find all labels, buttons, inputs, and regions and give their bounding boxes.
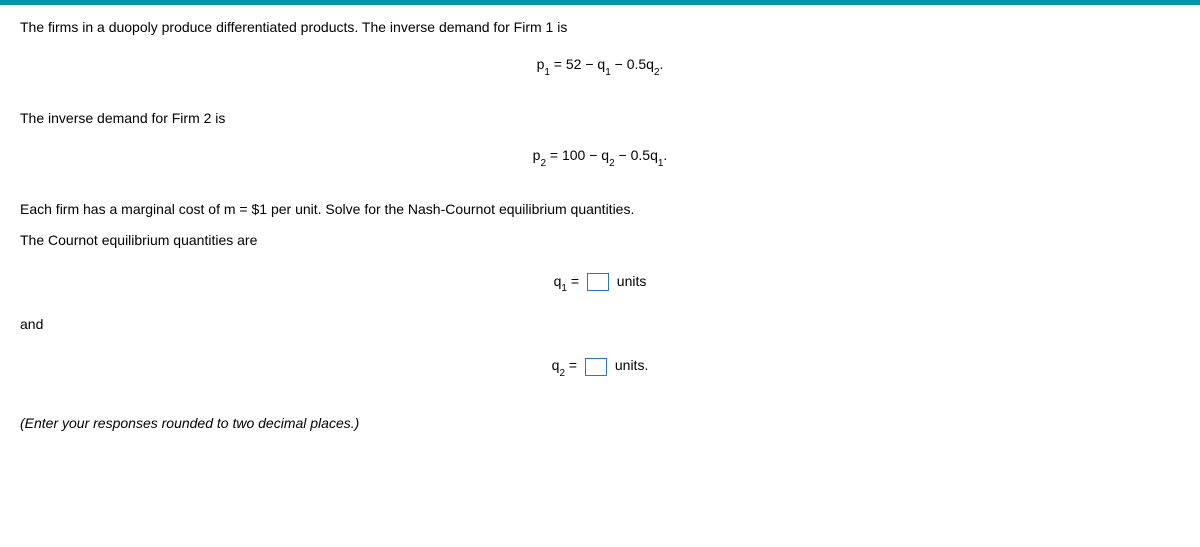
eq2-sub2: 2 bbox=[609, 158, 615, 169]
q1-units: units bbox=[613, 273, 646, 289]
and-text: and bbox=[20, 314, 1180, 335]
q1-sub: 1 bbox=[561, 283, 567, 294]
q2-input[interactable] bbox=[585, 358, 607, 376]
eq2-sub3: 1 bbox=[658, 158, 664, 169]
equilibrium-intro: The Cournot equilibrium quantities are bbox=[20, 230, 1180, 251]
intro-text: The firms in a duopoly produce different… bbox=[20, 17, 1180, 38]
q2-sub: 2 bbox=[559, 368, 565, 379]
firm2-intro: The inverse demand for Firm 2 is bbox=[20, 108, 1180, 129]
q2-answer-line: q2 = units. bbox=[20, 357, 1180, 377]
eq1-sub1: 1 bbox=[544, 67, 550, 78]
marginal-cost-line: Each firm has a marginal cost of m = $1 … bbox=[20, 199, 1180, 220]
eq2-sub1: 2 bbox=[540, 158, 546, 169]
eq1-sub3: 2 bbox=[654, 67, 660, 78]
eq2-end: . bbox=[663, 147, 667, 163]
eq2-mid: = 100 − q bbox=[546, 147, 609, 163]
equation-2: p2 = 100 − q2 − 0.5q1. bbox=[20, 147, 1180, 167]
eq1-mid2: − 0.5q bbox=[611, 56, 654, 72]
eq2-mid2: − 0.5q bbox=[615, 147, 658, 163]
q2-eq: = bbox=[565, 357, 581, 373]
problem-content: The firms in a duopoly produce different… bbox=[0, 5, 1200, 456]
eq1-sub2: 1 bbox=[605, 67, 611, 78]
q1-eq: = bbox=[567, 273, 583, 289]
equation-1: p1 = 52 − q1 − 0.5q2. bbox=[20, 56, 1180, 76]
instruction-text: (Enter your responses rounded to two dec… bbox=[20, 413, 1180, 434]
q1-input[interactable] bbox=[587, 273, 609, 291]
q2-units: units. bbox=[611, 357, 648, 373]
q1-answer-line: q1 = units bbox=[20, 273, 1180, 293]
eq1-end: . bbox=[660, 56, 664, 72]
eq1-mid: = 52 − q bbox=[550, 56, 605, 72]
